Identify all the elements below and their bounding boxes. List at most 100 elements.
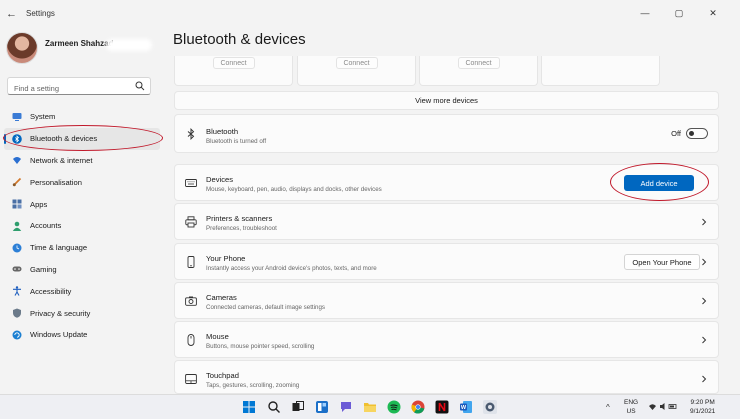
maximize-button[interactable]: ▢ xyxy=(662,4,696,22)
redaction-blur xyxy=(106,39,152,51)
sidebar-item-label: Network & internet xyxy=(30,155,93,165)
add-device-button[interactable]: Add device xyxy=(624,175,694,191)
sidebar-item-network[interactable]: Network & internet xyxy=(4,150,160,172)
page-title: Bluetooth & devices xyxy=(173,31,306,48)
chevron-right-icon xyxy=(702,218,707,226)
search-icon[interactable] xyxy=(135,81,145,91)
task-view-icon[interactable] xyxy=(291,400,305,414)
cameras-title: Cameras xyxy=(206,293,237,302)
view-more-devices-button[interactable]: View more devices xyxy=(174,91,719,110)
chrome-icon[interactable] xyxy=(411,400,425,414)
chevron-right-icon xyxy=(702,375,707,383)
search-icon[interactable] xyxy=(267,400,281,414)
mouse-row[interactable]: Mouse Buttons, mouse pointer speed, scro… xyxy=(174,321,719,358)
sidebar-item-accessibility[interactable]: Accessibility xyxy=(4,280,160,302)
window-controls: — ▢ ✕ xyxy=(628,4,730,22)
svg-text:W: W xyxy=(461,405,467,411)
device-card[interactable]: Connect xyxy=(297,56,416,86)
minimize-button[interactable]: — xyxy=(628,4,662,22)
close-button[interactable]: ✕ xyxy=(696,4,730,22)
taskbar: W ^ ENG US 9:20 PM 9/1/2021 xyxy=(0,394,740,419)
devices-subtitle: Mouse, keyboard, pen, audio, displays an… xyxy=(206,186,382,193)
your-phone-subtitle: Instantly access your Android device's p… xyxy=(206,265,377,272)
tray-overflow-chevron-icon[interactable]: ^ xyxy=(606,403,610,412)
chevron-right-icon xyxy=(702,336,707,344)
sidebar-item-time-language[interactable]: Time & language xyxy=(4,237,160,259)
sidebar-item-privacy-security[interactable]: Privacy & security xyxy=(4,302,160,324)
netflix-icon[interactable] xyxy=(435,400,449,414)
cameras-row[interactable]: Cameras Connected cameras, default image… xyxy=(174,282,719,319)
update-icon xyxy=(12,330,22,340)
sidebar-item-label: Privacy & security xyxy=(30,308,91,318)
chat-icon[interactable] xyxy=(339,400,353,414)
printers-subtitle: Preferences, troubleshoot xyxy=(206,225,277,232)
device-card[interactable]: Connect xyxy=(174,56,293,86)
sidebar-item-label: Apps xyxy=(30,199,48,209)
device-card[interactable]: Connect xyxy=(419,56,538,86)
connect-button[interactable]: Connect xyxy=(212,57,255,69)
mouse-title: Mouse xyxy=(206,332,229,341)
app-title: Settings xyxy=(26,9,55,18)
widgets-icon[interactable] xyxy=(315,400,329,414)
sidebar-item-windows-update[interactable]: Windows Update xyxy=(4,324,160,346)
open-your-phone-button[interactable]: Open Your Phone xyxy=(624,254,700,270)
wifi-icon xyxy=(13,157,21,165)
touchpad-icon xyxy=(185,374,197,384)
sidebar-item-accounts[interactable]: Accounts xyxy=(4,215,160,237)
connect-button[interactable]: Connect xyxy=(335,57,378,69)
touchpad-row[interactable]: Touchpad Taps, gestures, scrolling, zoom… xyxy=(174,360,719,394)
device-card[interactable] xyxy=(541,56,660,86)
settings-icon[interactable] xyxy=(483,400,497,414)
sidebar-item-label: Bluetooth & devices xyxy=(30,134,98,144)
bluetooth-toggle[interactable] xyxy=(686,128,708,139)
bluetooth-toggle-state: Off xyxy=(671,129,681,138)
globe-clock-icon xyxy=(12,243,22,253)
clock[interactable]: 9:20 PM 9/1/2021 xyxy=(690,398,715,416)
sidebar-item-label: Personalisation xyxy=(30,177,82,187)
devices-title: Devices xyxy=(206,175,234,184)
sidebar-nav: System Bluetooth & devices Network & int… xyxy=(4,106,160,346)
search-input[interactable] xyxy=(8,80,128,97)
avatar[interactable] xyxy=(6,32,38,64)
language-indicator[interactable]: ENG US xyxy=(624,398,638,416)
network-volume-battery-icons xyxy=(649,403,677,410)
back-arrow-icon[interactable]: ← xyxy=(6,8,18,20)
clock-date: 9/1/2021 xyxy=(690,408,716,415)
cameras-subtitle: Connected cameras, default image setting… xyxy=(206,304,326,311)
your-phone-row[interactable]: Your Phone Instantly access your Android… xyxy=(174,243,719,280)
word-icon[interactable]: W xyxy=(459,400,473,414)
bluetooth-title: Bluetooth xyxy=(206,127,239,136)
sidebar-item-apps[interactable]: Apps xyxy=(4,193,160,215)
bluetooth-icon xyxy=(12,133,22,144)
windows-start-icon[interactable] xyxy=(242,400,256,414)
mouse-icon xyxy=(187,334,195,346)
chevron-right-icon xyxy=(702,258,707,266)
sidebar-item-label: Accessibility xyxy=(30,286,72,296)
sidebar-item-label: Time & language xyxy=(30,243,88,253)
user-profile[interactable]: Zarmeen Shahzad xyxy=(6,32,152,64)
sidebar-item-label: Accounts xyxy=(30,221,62,231)
mouse-subtitle: Buttons, mouse pointer speed, scrolling xyxy=(206,343,315,350)
sidebar-item-system[interactable]: System xyxy=(4,106,160,128)
sidebar-item-personalisation[interactable]: Personalisation xyxy=(4,171,160,193)
file-explorer-icon[interactable] xyxy=(363,400,377,414)
sidebar-item-label: System xyxy=(30,112,56,122)
monitor-icon xyxy=(12,112,22,121)
connect-button[interactable]: Connect xyxy=(457,57,500,69)
camera-icon xyxy=(185,296,197,306)
printer-icon xyxy=(185,216,197,228)
sidebar-item-gaming[interactable]: Gaming xyxy=(4,259,160,281)
tray-status-icons[interactable] xyxy=(648,402,678,413)
bluetooth-row: Bluetooth Bluetooth is turned off Off xyxy=(174,114,719,153)
title-bar: ← Settings — ▢ ✕ xyxy=(0,0,740,28)
devices-row[interactable]: Devices Mouse, keyboard, pen, audio, dis… xyxy=(174,164,719,201)
touchpad-subtitle: Taps, gestures, scrolling, zooming xyxy=(206,382,300,389)
spotify-icon[interactable] xyxy=(387,400,401,414)
touchpad-title: Touchpad xyxy=(206,371,239,380)
printers-row[interactable]: Printers & scanners Preferences, trouble… xyxy=(174,203,719,240)
bluetooth-icon xyxy=(187,128,195,140)
printers-title: Printers & scanners xyxy=(206,214,273,223)
search-box[interactable] xyxy=(7,77,151,97)
shield-icon xyxy=(13,308,21,318)
sidebar-item-bluetooth[interactable]: Bluetooth & devices xyxy=(4,127,160,150)
